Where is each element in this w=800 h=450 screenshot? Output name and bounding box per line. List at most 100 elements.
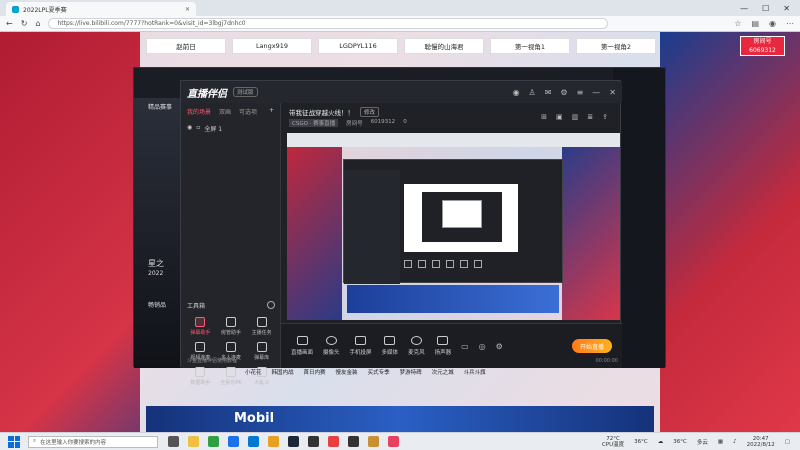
user-icon xyxy=(225,317,236,327)
tool-label: 主播任务 xyxy=(251,330,272,336)
nav-link[interactable]: 小花花 xyxy=(245,368,262,376)
back-icon[interactable]: ← xyxy=(6,19,13,28)
stream-control-bar: 直播画面 摄像头 手机投屏 多媒体 麦克风 扬声器 ▭ ◎ ⚙ 开始直播 xyxy=(281,323,622,368)
edit-title-button[interactable]: 修改 xyxy=(360,107,380,117)
refresh-icon[interactable]: ↻ xyxy=(21,19,28,28)
play-icon xyxy=(384,336,396,345)
app-icon[interactable] xyxy=(308,436,319,447)
tag-button[interactable]: Langx919 xyxy=(232,38,312,54)
eye-icon[interactable]: ◎ xyxy=(479,342,486,351)
taskbar-search[interactable]: ⌕ 在这里输入你要搜索的内容 xyxy=(28,435,158,448)
maximize-icon[interactable]: ☐ xyxy=(762,4,769,13)
menu-icon[interactable]: ⋯ xyxy=(786,19,794,28)
tool-danmaku-library[interactable]: 弹幕库 xyxy=(246,342,277,361)
app-icon[interactable] xyxy=(268,436,279,447)
multimedia-button[interactable]: 多媒体 xyxy=(382,336,398,356)
settings-icon[interactable]: ⚙ xyxy=(560,88,567,97)
profile-icon[interactable]: ◉ xyxy=(769,19,776,28)
close-window-icon[interactable]: ✕ xyxy=(783,4,790,13)
nav-link[interactable]: 韩国内战 xyxy=(272,368,294,376)
page-nav-strip: 小花花 韩国内战 首日内赛 慢友金装 买式专季 梦游特碑 次元之城 斗兵斗旗 xyxy=(245,368,486,376)
stream-meta-row: CSGO · 赛事直播 房间号 6019312 0 xyxy=(289,119,407,127)
close-tab-icon[interactable]: ✕ xyxy=(185,6,190,13)
share-icon[interactable]: ⇪ xyxy=(602,113,608,121)
url-field[interactable]: https://live.bilibili.com/7777?hotRank=0… xyxy=(48,18,609,29)
save-icon[interactable]: ▣ xyxy=(556,113,563,121)
weather-icon[interactable]: ☁ xyxy=(658,439,664,445)
shirt-icon[interactable]: ♙ xyxy=(529,88,536,97)
speaker-button[interactable]: 扬声器 xyxy=(435,336,451,356)
toolbox-title: 工具箱 xyxy=(187,303,206,310)
add-scene-icon[interactable]: + xyxy=(269,107,274,116)
chart-icon[interactable]: ≣ xyxy=(587,113,593,121)
mail-icon[interactable]: ✉ xyxy=(545,88,552,97)
nav-link[interactable]: 斗兵斗旗 xyxy=(464,368,486,376)
chrome-icon[interactable] xyxy=(228,436,239,447)
settings-icon[interactable]: ⚙ xyxy=(496,342,503,351)
tool-streamer-tasks[interactable]: 主播任务 xyxy=(246,317,277,336)
eye-icon[interactable]: ◉ xyxy=(187,124,192,133)
league-icon[interactable] xyxy=(368,436,379,447)
app-icon[interactable] xyxy=(348,436,359,447)
camera-button[interactable]: 摄像头 xyxy=(323,336,340,356)
control-label: 手机投屏 xyxy=(349,350,372,356)
windows-start-icon[interactable] xyxy=(8,435,20,448)
sidebar-footer-link[interactable]: 斗鱼直播伴侣使用教程 xyxy=(187,357,237,364)
minimize-icon[interactable]: — xyxy=(740,4,748,13)
gpu-temp: 36°C xyxy=(634,438,648,445)
tool-danmaku-assistant[interactable]: 弹幕助手 xyxy=(185,317,216,336)
category-badge[interactable]: CSGO · 赛事直播 xyxy=(289,119,339,127)
live-partner-icon[interactable] xyxy=(388,436,399,447)
browser-tab[interactable]: 2022LPL夏季赛 ✕ xyxy=(6,2,196,16)
network-icon[interactable]: ▦ xyxy=(718,439,723,445)
tab-options[interactable]: 可选项 xyxy=(239,107,257,116)
tag-button[interactable]: 第一视角1 xyxy=(490,38,570,54)
preview-browser-chrome xyxy=(287,133,620,147)
phone-cast-button[interactable]: 手机投屏 xyxy=(350,336,372,356)
tool-pk[interactable]: 全民乐PK xyxy=(216,367,247,386)
home-icon[interactable]: ⌂ xyxy=(35,19,40,28)
edge-browser-icon[interactable] xyxy=(208,436,219,447)
menu-icon[interactable]: ≡ xyxy=(577,88,584,97)
tool-data-assistant[interactable]: 数据助手 xyxy=(185,367,216,386)
notification-icon[interactable]: ▢ xyxy=(785,439,790,445)
nav-link[interactable]: 买式专季 xyxy=(368,368,390,376)
danmaku-icon xyxy=(195,317,206,327)
stream-preview[interactable] xyxy=(287,133,620,320)
file-explorer-icon[interactable] xyxy=(188,436,199,447)
task-view-icon[interactable] xyxy=(168,436,179,447)
steam-icon[interactable] xyxy=(288,436,299,447)
tag-button[interactable]: LGDPYL116 xyxy=(318,38,398,54)
start-live-button[interactable]: 开始直播 xyxy=(572,339,612,353)
clock[interactable]: 20:47 2022/8/12 xyxy=(747,436,775,448)
microphone-button[interactable]: 麦克风 xyxy=(408,336,425,356)
ad-banner[interactable]: Mobil xyxy=(146,406,654,432)
volume-icon[interactable]: ♪ xyxy=(733,439,737,445)
tag-button[interactable]: 第一视角2 xyxy=(576,38,656,54)
nav-link[interactable]: 首日内赛 xyxy=(304,368,326,376)
tag-button[interactable]: 赵前日 xyxy=(146,38,226,54)
nav-link[interactable]: 慢友金装 xyxy=(336,368,358,376)
star-icon[interactable]: ☆ xyxy=(734,19,741,28)
nav-link[interactable]: 梦游特碑 xyxy=(400,368,422,376)
close-icon[interactable]: ✕ xyxy=(609,88,616,97)
tool-label: 数据助手 xyxy=(190,380,211,386)
tab-title: 2022LPL夏季赛 xyxy=(23,6,67,14)
more-tools-icon[interactable] xyxy=(267,301,275,309)
avatar[interactable]: ◉ xyxy=(513,88,520,97)
live-screen-button[interactable]: 直播画面 xyxy=(291,336,313,356)
scene-item[interactable]: ◉ ▫ 全屏 1 xyxy=(181,120,280,137)
collections-icon[interactable]: ▤ xyxy=(751,19,759,28)
tab-my-scenes[interactable]: 我的场景 xyxy=(187,107,211,116)
gift-icon[interactable]: ⊞ xyxy=(541,113,547,121)
lock-icon[interactable]: ▫ xyxy=(196,124,200,133)
app-icon[interactable] xyxy=(328,436,339,447)
minimize-icon[interactable]: — xyxy=(592,88,600,97)
nav-link[interactable]: 次元之城 xyxy=(432,368,454,376)
store-icon[interactable] xyxy=(248,436,259,447)
tag-button[interactable]: 聪慢的山海君 xyxy=(404,38,484,54)
tab-dual[interactable]: 双画 xyxy=(219,107,231,116)
tool-room-manager[interactable]: 房管助手 xyxy=(216,317,247,336)
record-icon[interactable]: ▥ xyxy=(572,113,579,121)
record-video-icon[interactable]: ▭ xyxy=(461,342,469,351)
